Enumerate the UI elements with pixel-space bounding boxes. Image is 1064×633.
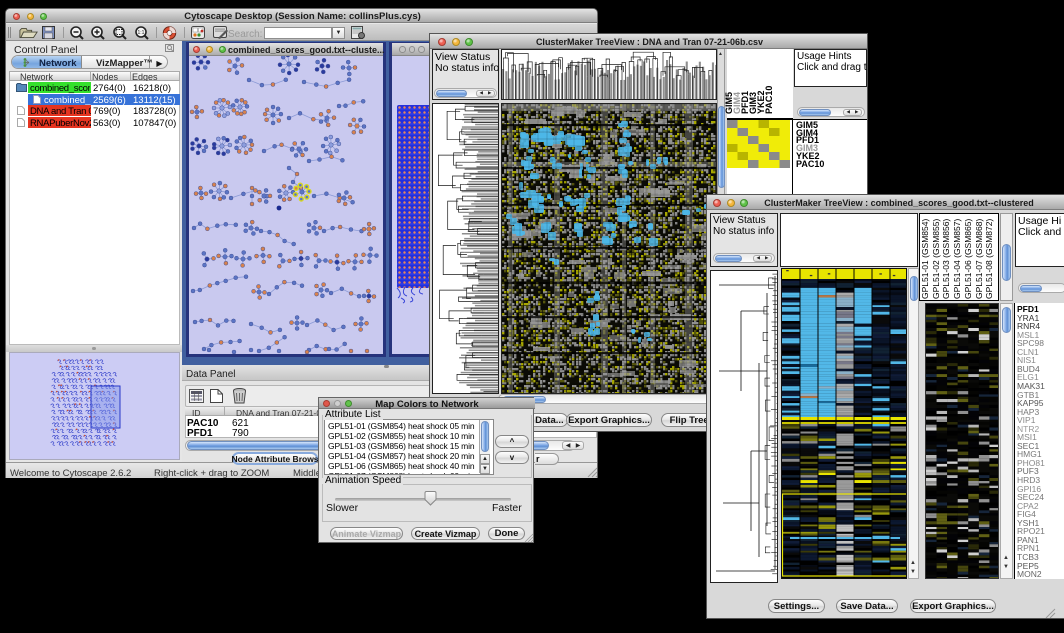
svg-text:1:1: 1:1 <box>138 30 145 36</box>
